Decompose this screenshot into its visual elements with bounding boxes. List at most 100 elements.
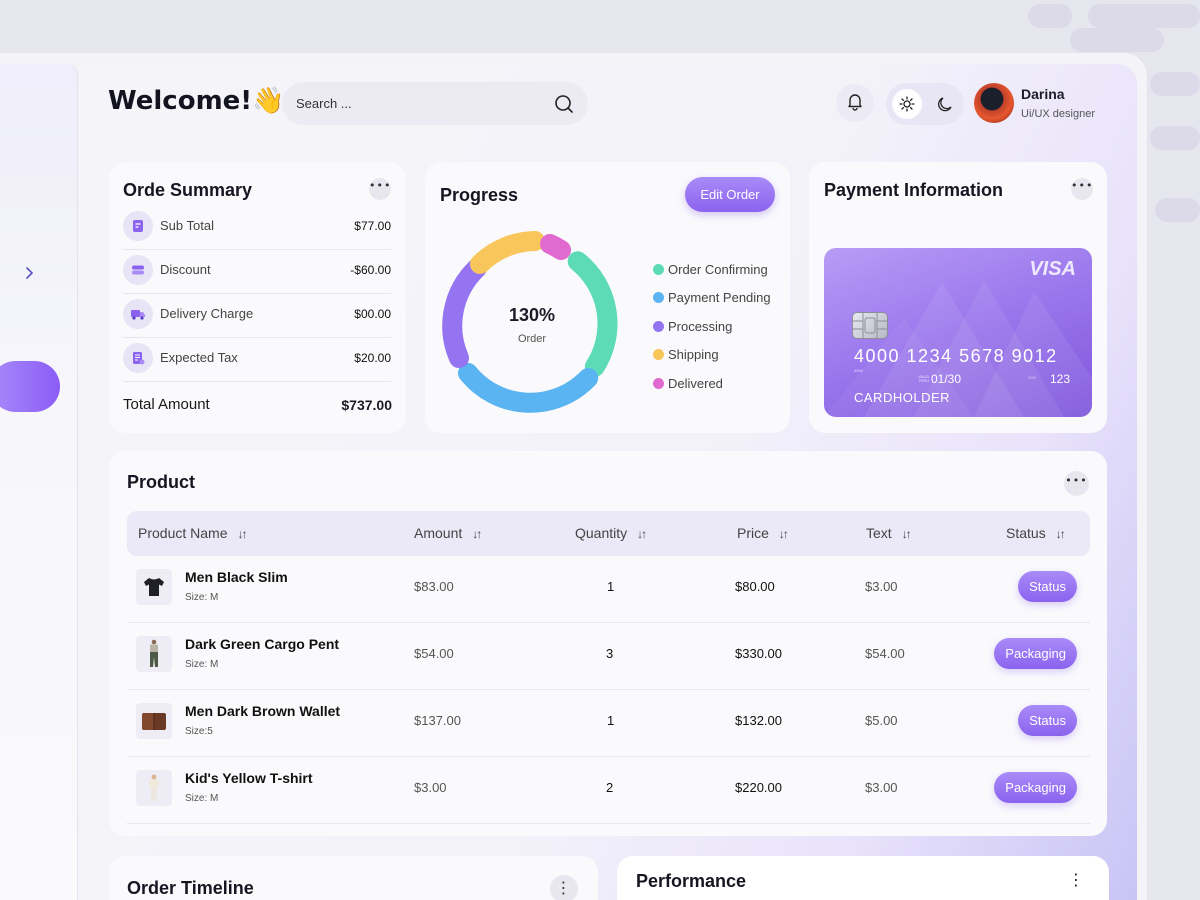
table-row[interactable]: Kid's Yellow T-shirt Size: M $3.00 2 $22…	[127, 757, 1090, 824]
sort-icon[interactable]: ↓↑	[779, 527, 789, 541]
tshirt-product-image	[136, 569, 172, 605]
product-price: $80.00	[735, 579, 775, 594]
table-row[interactable]: Dark Green Cargo Pent Size: M $54.00 3 $…	[127, 623, 1090, 690]
column-label: Text	[866, 525, 892, 541]
sort-icon[interactable]: ↓↑	[237, 527, 247, 541]
more-options-button[interactable]: ⋮	[1067, 870, 1085, 892]
background-decoration	[1150, 72, 1200, 96]
legend-dot	[653, 378, 664, 389]
column-header-product-name[interactable]: Product Name ↓↑	[138, 525, 247, 541]
card-cvv-label: CVV	[1028, 375, 1037, 380]
packaging-button[interactable]: Packaging	[994, 772, 1077, 803]
column-header-quantity[interactable]: Quantity ↓↑	[575, 525, 647, 541]
product-title: Product	[127, 472, 196, 492]
order-summary-title: Orde Summary	[123, 180, 253, 200]
background-decoration	[1070, 28, 1164, 52]
legend-item: Shipping	[653, 347, 719, 362]
search-bar	[282, 82, 588, 125]
product-amount: $137.00	[414, 713, 461, 728]
product-quantity: 2	[606, 780, 614, 795]
legend-item: Delivered	[653, 376, 723, 391]
product-size: Size: M	[185, 793, 219, 804]
more-options-button[interactable]: ⋮	[550, 875, 578, 900]
progress-card: Progress Edit Order 130% Order Order Con…	[425, 162, 790, 433]
search-input[interactable]	[296, 93, 536, 113]
sort-icon[interactable]: ↓↑	[1056, 527, 1066, 541]
product-quantity: 3	[606, 646, 614, 661]
summary-value: $00.00	[354, 307, 391, 321]
sidebar-expand-chevron-icon[interactable]	[20, 266, 38, 284]
card-expiry: 01/30	[931, 372, 962, 386]
more-options-button[interactable]: •••	[1071, 178, 1093, 200]
summary-value: $20.00	[354, 351, 391, 365]
table-row[interactable]: Men Black Slim Size: M $83.00 1 $80.00 $…	[127, 556, 1090, 623]
background-decoration	[1150, 126, 1200, 150]
product-card: Product ••• Product Name ↓↑ Amount ↓↑ Quan…	[109, 451, 1107, 836]
visa-logo: VISA	[1029, 258, 1076, 280]
card-chip-icon	[852, 312, 888, 339]
table-header: Product Name ↓↑ Amount ↓↑ Quantity ↓↑ Price…	[127, 511, 1090, 556]
sort-icon[interactable]: ↓↑	[472, 527, 482, 541]
product-quantity: 1	[607, 579, 615, 594]
product-price: $330.00	[735, 646, 782, 661]
card-number: 4000 1234 5678 9012	[854, 346, 1058, 366]
payment-title: Payment Information	[824, 180, 1004, 200]
product-price: $132.00	[735, 713, 782, 728]
column-header-text[interactable]: Text ↓↑	[866, 525, 912, 541]
legend-label: Payment Pending	[668, 290, 771, 305]
order-timeline-title: Order Timeline	[127, 878, 254, 898]
legend-label: Delivered	[668, 376, 723, 391]
more-options-button[interactable]: •••	[1064, 471, 1089, 496]
product-text: $3.00	[865, 579, 898, 594]
sun-icon[interactable]	[892, 89, 922, 119]
sort-icon[interactable]: ↓↑	[902, 527, 912, 541]
legend-dot	[653, 264, 664, 275]
receipt-icon	[123, 211, 153, 241]
legend-dot	[653, 321, 664, 332]
column-label: Quantity	[575, 525, 628, 541]
column-header-status[interactable]: Status ↓↑	[1006, 525, 1066, 541]
status-button[interactable]: Status	[1018, 705, 1077, 736]
table-row[interactable]: Men Dark Brown Wallet Size:5 $137.00 1 $…	[127, 690, 1090, 757]
donut-segment-payment-pending	[458, 363, 599, 413]
product-text: $3.00	[865, 780, 898, 795]
theme-toggle[interactable]	[886, 83, 964, 125]
notification-button[interactable]	[836, 84, 874, 122]
avatar[interactable]	[974, 83, 1014, 123]
truck-icon	[123, 299, 153, 329]
legend-label: Processing	[668, 319, 733, 334]
product-size: Size:5	[185, 726, 213, 737]
status-button[interactable]: Status	[1018, 571, 1077, 602]
tax-icon	[123, 343, 153, 373]
product-text: $54.00	[865, 646, 905, 661]
summary-value: $77.00	[354, 219, 391, 233]
product-amount: $54.00	[414, 646, 454, 661]
moon-icon[interactable]	[930, 89, 960, 119]
background-decoration	[1155, 198, 1200, 222]
product-name: Men Black Slim	[185, 569, 288, 585]
card-number-prefix: 4000	[854, 368, 863, 373]
user-name: Darina	[1021, 86, 1065, 102]
sidebar-active-item[interactable]	[0, 361, 60, 412]
search-icon[interactable]	[554, 94, 574, 114]
product-name: Dark Green Cargo Pent	[185, 636, 340, 652]
product-size: Size: M	[185, 659, 219, 670]
legend-dot	[653, 292, 664, 303]
column-header-amount[interactable]: Amount ↓↑	[414, 525, 482, 541]
wallet-product-image	[136, 703, 172, 739]
card-holder: CARDHOLDER	[854, 390, 951, 405]
packaging-button[interactable]: Packaging	[994, 638, 1077, 669]
sort-icon[interactable]: ↓↑	[637, 527, 647, 541]
credit-card[interactable]: VISA 4000 1234 5678 9012 4000 VALID THRU…	[824, 248, 1092, 417]
edit-order-button[interactable]: Edit Order	[685, 177, 775, 212]
kids-tshirt-product-image	[136, 770, 172, 806]
column-header-price[interactable]: Price ↓↑	[737, 525, 789, 541]
performance-card: Performance ⋮	[617, 856, 1109, 900]
donut-center-label: Order	[517, 333, 547, 345]
donut-chart: 130% Order	[425, 162, 639, 433]
total-amount-label: Total Amount	[123, 396, 210, 413]
product-quantity: 1	[607, 713, 615, 728]
cargo-pants-product-image	[136, 636, 172, 672]
product-size: Size: M	[185, 592, 219, 603]
more-options-button[interactable]: •••	[369, 178, 391, 200]
